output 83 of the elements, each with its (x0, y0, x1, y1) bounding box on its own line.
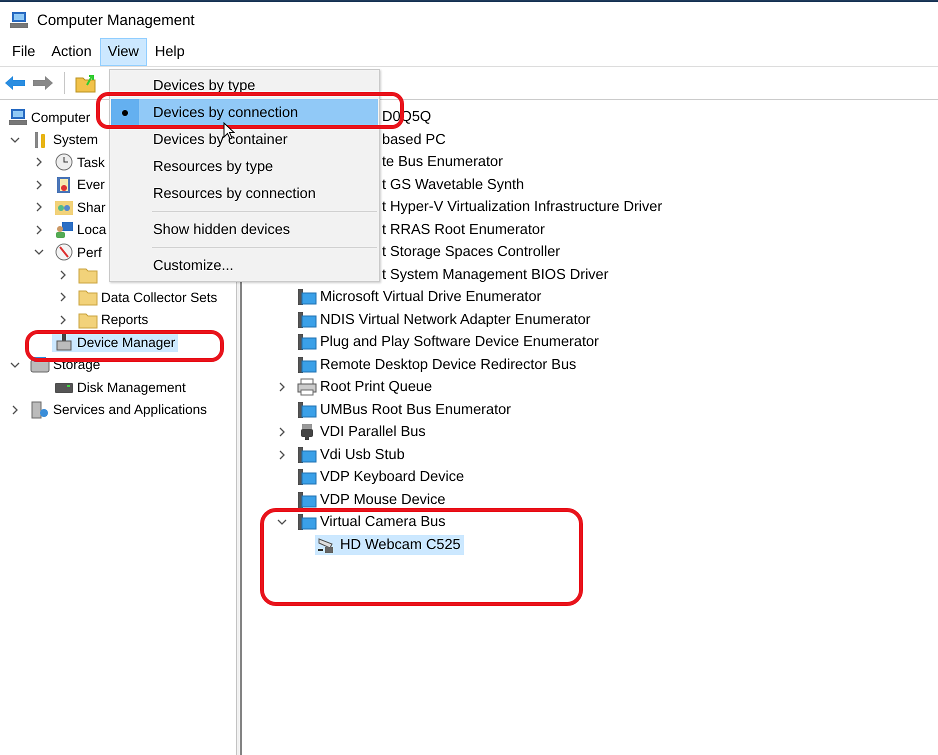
device-item[interactable]: Plug and Play Software Device Enumerator (295, 332, 602, 352)
menu-option[interactable]: Devices by connection (111, 99, 378, 126)
menu-item[interactable]: File (4, 38, 44, 66)
menu-item[interactable]: Action (43, 38, 100, 66)
tree-item[interactable]: Task (52, 152, 108, 172)
monitor-folder-icon (297, 490, 317, 509)
tree-item[interactable]: Ever (52, 174, 108, 195)
folder-icon (78, 266, 98, 284)
device-label: t GS Wavetable Synth (382, 176, 524, 193)
forward-arrow-icon[interactable] (32, 74, 54, 92)
menu-option[interactable]: Customize... (111, 252, 378, 279)
monitor-folder-icon (297, 446, 317, 464)
computer-icon (9, 11, 29, 29)
chevron-down-icon[interactable] (277, 517, 287, 528)
device-label: t System Management BIOS Driver (382, 266, 608, 283)
menu-option[interactable]: Devices by container (111, 126, 378, 153)
tree-item[interactable]: Perf (52, 242, 105, 262)
chevron-right-icon[interactable] (58, 292, 68, 302)
bullet-icon (122, 110, 128, 116)
chevron-right-icon[interactable] (277, 427, 287, 438)
back-arrow-icon[interactable] (4, 74, 26, 92)
folder-icon (78, 288, 98, 306)
device-item[interactable]: UMBus Root Bus Enumerator (295, 400, 514, 420)
chevron-right-icon[interactable] (58, 314, 68, 325)
chevron-down-icon[interactable] (10, 360, 20, 370)
chevron-right-icon[interactable] (277, 382, 287, 392)
device-item[interactable]: VDP Mouse Device (295, 490, 448, 510)
folder-up-icon[interactable] (75, 73, 97, 93)
monitor-folder-icon (297, 333, 317, 352)
tree-item[interactable]: Reports (76, 310, 152, 330)
device-item[interactable]: Microsoft Virtual Drive Enumerator (295, 287, 544, 308)
menu-option[interactable]: Resources by connection (111, 180, 378, 207)
menu-option[interactable]: Show hidden devices (111, 216, 378, 243)
tree-item[interactable]: System (28, 130, 102, 150)
menu-item[interactable]: Help (146, 38, 193, 66)
menu-item[interactable]: View (100, 38, 147, 66)
menu-option[interactable]: Resources by type (111, 153, 378, 180)
device-item[interactable]: Remote Desktop Device Redirector Bus (295, 354, 580, 375)
gauge-icon (54, 243, 74, 262)
tree-item[interactable]: Disk Management (52, 377, 189, 398)
computer-icon (8, 108, 28, 126)
device-item[interactable]: VDI Parallel Bus (295, 422, 429, 442)
device-label: te Bus Enumerator (382, 154, 503, 170)
tree-item[interactable]: Device Manager (52, 332, 178, 352)
device-label: based PC (382, 132, 446, 148)
device-label: t Storage Spaces Controller (382, 244, 560, 260)
chevron-right-icon[interactable] (34, 157, 44, 168)
device-item[interactable]: Root Print Queue (295, 377, 436, 398)
monitor-folder-icon (297, 310, 317, 329)
device-item[interactable]: HD Webcam C525 (315, 534, 464, 555)
device-item[interactable]: Virtual Camera Bus (295, 512, 448, 532)
folder-icon (78, 310, 98, 329)
users-icon (54, 220, 74, 239)
tree-item[interactable]: Computer (6, 107, 94, 128)
monitor-folder-icon (297, 400, 317, 419)
printer-icon (297, 378, 317, 396)
monitor-folder-icon (297, 356, 317, 374)
device-icon (54, 333, 74, 352)
chevron-right-icon[interactable] (58, 270, 68, 280)
chevron-down-icon[interactable] (10, 134, 20, 145)
shared-folder-icon (54, 198, 74, 216)
device-item[interactable]: Vdi Usb Stub (295, 444, 408, 465)
monitor-folder-icon (297, 288, 317, 306)
chevron-right-icon[interactable] (34, 224, 44, 235)
services-icon (30, 400, 50, 419)
chevron-right-icon[interactable] (10, 404, 20, 415)
chevron-right-icon[interactable] (34, 202, 44, 212)
tree-item[interactable]: Shar (52, 197, 109, 218)
device-item[interactable]: VDP Keyboard Device (295, 467, 468, 488)
chevron-down-icon[interactable] (34, 247, 44, 258)
clock-icon (54, 153, 74, 172)
tree-item[interactable]: Data Collector Sets (76, 287, 220, 308)
device-label: t Hyper-V Virtualization Infrastructure Driver (382, 199, 662, 216)
tree-item[interactable]: Services and Applications (28, 400, 210, 420)
device-label: t RRAS Root Enumerator (382, 222, 545, 238)
chevron-right-icon[interactable] (277, 450, 287, 460)
monitor-folder-icon (297, 513, 317, 532)
menu-option[interactable]: Devices by type (111, 72, 378, 99)
monitor-folder-icon (297, 468, 317, 486)
window-title: Computer Management (37, 12, 195, 28)
chevron-right-icon[interactable] (34, 180, 44, 190)
tree-item[interactable]: Loca (52, 220, 110, 240)
device-item[interactable]: NDIS Virtual Network Adapter Enumerator (295, 310, 594, 330)
